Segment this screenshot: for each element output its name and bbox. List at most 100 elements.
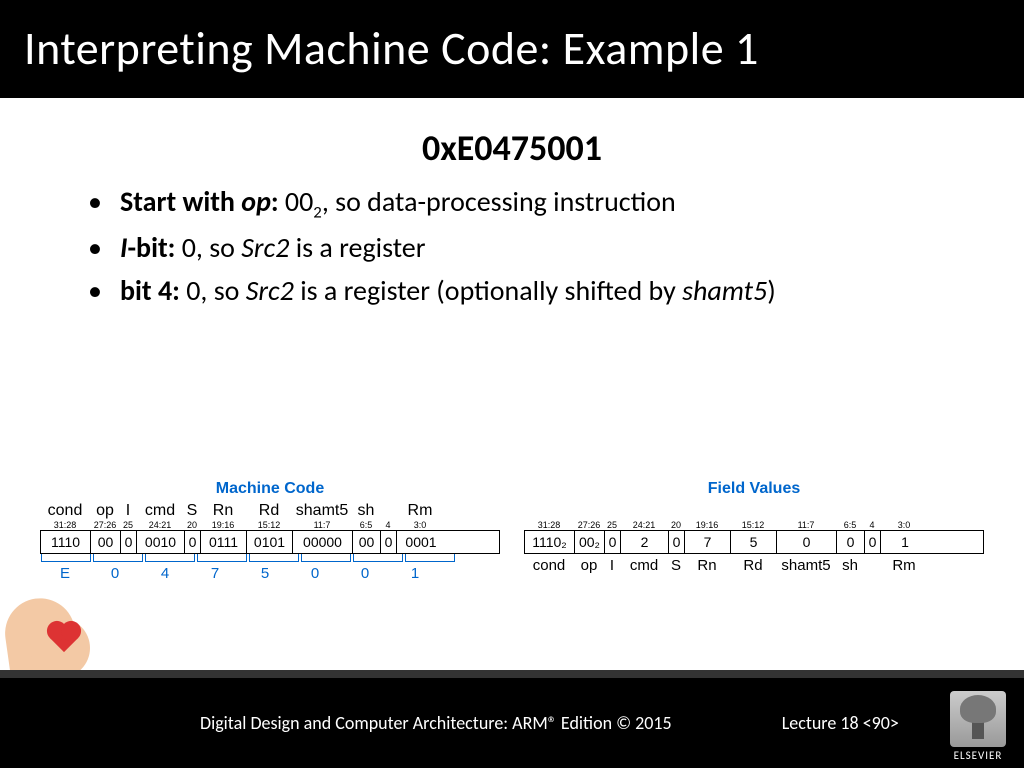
mc-bits-op: 27:26	[90, 520, 120, 530]
mc-hex-4: 5	[240, 562, 290, 582]
mc-val-cmd: 0010	[137, 531, 185, 553]
mc-lbl-b4	[380, 502, 396, 520]
mc-bits-sh: 6:5	[352, 520, 380, 530]
footer-bar: Digital Design and Computer Architecture…	[0, 678, 1024, 768]
bullet-3: bit 4: 0, so Src2 is a register (optiona…	[120, 269, 964, 312]
mc-hex-0: E	[40, 562, 90, 582]
fv-bot-rn: Rn	[684, 554, 730, 574]
mc-field-names: cond op I cmd S Rn Rd shamt5 sh Rm	[40, 502, 500, 520]
mc-val-shamt: 00000	[293, 531, 353, 553]
field-values-diagram: Field Values 31:28 27:26 25 24:21 20 19:…	[524, 480, 984, 582]
mc-bits-b4: 4	[380, 520, 396, 530]
mc-val-op: 00	[91, 531, 121, 553]
fv-val-s: 0	[669, 531, 685, 553]
b3-rest: )	[767, 273, 776, 308]
mc-hex-5: 0	[290, 562, 340, 582]
fv-val-i: 0	[605, 531, 621, 553]
mc-lbl-op: op	[90, 502, 120, 520]
mc-bit-ranges: 31:28 27:26 25 24:21 20 19:16 15:12 11:7…	[40, 520, 500, 530]
mc-val-i: 0	[121, 531, 137, 553]
b2-rest: is a register	[289, 230, 425, 265]
mc-value-row: 1110 00 0 0010 0 0111 0101 00000 00 0 00…	[40, 530, 500, 554]
content-area: 0xE0475001 Start with op: 002, so data-p…	[0, 98, 1024, 312]
mc-hex-1: 0	[90, 562, 140, 582]
fv-bot-b4	[864, 554, 880, 574]
mc-val-rd: 0101	[247, 531, 293, 553]
fv-bits-rn: 19:16	[684, 520, 730, 530]
mc-lbl-cmd: cmd	[136, 502, 184, 520]
fv-bot-s: S	[668, 554, 684, 574]
mc-lbl-rn: Rn	[200, 502, 246, 520]
mc-lbl-shamt: shamt5	[292, 502, 352, 520]
fv-title: Field Values	[524, 480, 984, 498]
fv-bits-cmd: 24:21	[620, 520, 668, 530]
mc-hex-3: 7	[190, 562, 240, 582]
fv-spacer	[524, 502, 984, 520]
machine-code-diagram: Machine Code cond op I cmd S Rn Rd shamt…	[40, 480, 500, 582]
fv-val-rd: 5	[731, 531, 777, 553]
mc-val-rm: 0001	[397, 531, 445, 553]
mc-bits-rm: 3:0	[396, 520, 444, 530]
b1-bits: 00	[285, 184, 313, 219]
mc-hex-digits: E 0 4 7 5 0 0 1	[40, 562, 500, 582]
b1-lead: Start with	[120, 184, 241, 219]
mc-lbl-s: S	[184, 502, 200, 520]
publisher-name: ELSEVIER	[950, 749, 1006, 762]
b3-tail: 0, so	[180, 273, 246, 308]
fv-field-names: cond op I cmd S Rn Rd shamt5 sh Rm	[524, 554, 984, 574]
b1-rest: , so data-processing instruction	[322, 184, 676, 219]
b2-src2: Src2	[241, 230, 289, 265]
footer-divider	[0, 670, 1024, 678]
footer-text: Digital Design and Computer Architecture…	[0, 712, 899, 734]
fv-value-row: 1110₂ 00₂ 0 2 0 7 5 0 0 0 1	[524, 530, 984, 554]
mc-lbl-rd: Rd	[246, 502, 292, 520]
mc-bits-s: 20	[184, 520, 200, 530]
mc-bits-shamt: 11:7	[292, 520, 352, 530]
footer-book-title: Digital Design and Computer Architecture…	[200, 712, 672, 734]
fv-bot-op: op	[574, 554, 604, 574]
fv-bits-shamt: 11:7	[776, 520, 836, 530]
mc-bits-rn: 19:16	[200, 520, 246, 530]
fv-val-rn: 7	[685, 531, 731, 553]
mc-bits-rd: 15:12	[246, 520, 292, 530]
fv-val-sh: 0	[837, 531, 865, 553]
fv-bits-s: 20	[668, 520, 684, 530]
b3-mid: is a register (optionally shifted by	[294, 273, 682, 308]
b3-lead: bit 4:	[120, 273, 180, 308]
mc-lbl-sh: sh	[352, 502, 380, 520]
hex-value: 0xE0475001	[60, 126, 964, 170]
fv-bits-op: 27:26	[574, 520, 604, 530]
slide-title: Interpreting Machine Code: Example 1	[24, 21, 759, 77]
fv-bot-sh: sh	[836, 554, 864, 574]
elsevier-tree-icon	[950, 691, 1006, 747]
fv-val-shamt: 0	[777, 531, 837, 553]
footer-lecture: Lecture 18 <90>	[782, 712, 899, 734]
mc-hex-brackets	[40, 554, 500, 562]
fv-val-rm: 1	[881, 531, 929, 553]
fv-bot-cmd: cmd	[620, 554, 668, 574]
fv-bot-shamt: shamt5	[776, 554, 836, 574]
fv-bot-i: I	[604, 554, 620, 574]
fv-bits-b4: 4	[864, 520, 880, 530]
bullet-1: Start with op: 002, so data-processing i…	[120, 180, 964, 226]
fv-bits-i: 25	[604, 520, 620, 530]
b3-shamt: shamt5	[682, 273, 767, 308]
b1-op: op	[241, 184, 271, 219]
fv-bot-rm: Rm	[880, 554, 928, 574]
diagrams-row: Machine Code cond op I cmd S Rn Rd shamt…	[40, 480, 984, 582]
mc-val-b4: 0	[381, 531, 397, 553]
mc-hex-7: 1	[390, 562, 440, 582]
mc-bits-cond: 31:28	[40, 520, 90, 530]
mc-bits-i: 25	[120, 520, 136, 530]
b1-sub: 2	[313, 202, 322, 223]
fv-val-b4: 0	[865, 531, 881, 553]
publisher-logo: ELSEVIER	[950, 691, 1006, 762]
mc-val-sh: 00	[353, 531, 381, 553]
bullet-list: Start with op: 002, so data-processing i…	[60, 180, 964, 312]
fv-bits-rm: 3:0	[880, 520, 928, 530]
mc-hex-6: 0	[340, 562, 390, 582]
title-bar: Interpreting Machine Code: Example 1	[0, 0, 1024, 98]
fv-bits-sh: 6:5	[836, 520, 864, 530]
mc-lbl-rm: Rm	[396, 502, 444, 520]
b3-src2: Src2	[246, 273, 294, 308]
